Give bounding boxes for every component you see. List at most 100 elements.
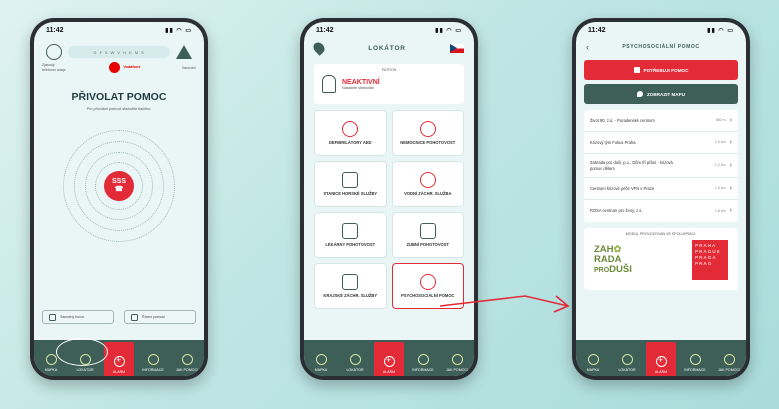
- card-psychosocialni[interactable]: PSYCHOSOCIÁLNÍ POMOC: [391, 263, 464, 309]
- tab-label: INFORMACE: [684, 368, 706, 372]
- card-horska-sluzba[interactable]: STANICE HORSKÉ SLUŽBY: [314, 161, 387, 207]
- psychosocial-screen: 11:42 ▮▮ ◠ ▭ ‹ PSYCHOSOCIÁLNÍ POMOC POTŘ…: [576, 22, 746, 376]
- list-item[interactable]: Centrum krizové péče VFN v Praze 1,5 km ›: [584, 178, 738, 200]
- czech-flag-icon[interactable]: [450, 43, 464, 53]
- chevron-right-icon: ›: [729, 184, 732, 192]
- patron-row: NEAKTIVNÍ Nastavte sledování: [322, 75, 456, 93]
- tab-bar: MAPKA LOKÁTOR ALARM INFORMACE JAK POMOCI: [304, 340, 474, 376]
- status-time: 11:42: [316, 26, 334, 34]
- tab-label: ALARM: [654, 370, 668, 374]
- tab-mapka[interactable]: MAPKA: [306, 354, 336, 372]
- phone-psychosocial-screen: 11:42 ▮▮ ◠ ▭ ‹ PSYCHOSOCIÁLNÍ POMOC POTŘ…: [572, 18, 750, 380]
- people-icon: [451, 354, 463, 365]
- item-distance: 1,5 km ›: [715, 184, 732, 193]
- help-control-button[interactable]: Řízení pomoci: [124, 310, 196, 324]
- tab-mapka[interactable]: MAPKA: [578, 354, 608, 372]
- status-icons: ▮▮ ◠ ▭: [707, 27, 734, 34]
- card-krajske-sluzby[interactable]: KRAJSKÉ ZÁCHR. SLUŽBY: [314, 263, 387, 309]
- warning-icon[interactable]: [176, 45, 192, 59]
- card-defibrilatory[interactable]: DEFIBRILÁTORY AED: [314, 110, 387, 156]
- status-bar: 11:42 ▮▮ ◠ ▭: [34, 22, 204, 38]
- sos-sub-row: Zjasnuji telefonní údaje Vodafone Varová…: [34, 60, 204, 75]
- tab-label: INFORMACE: [142, 368, 164, 372]
- need-help-label: POTŘEBUJI POMOC: [643, 67, 689, 73]
- arrow-head: [553, 295, 570, 313]
- tab-label: ALARM: [382, 370, 396, 374]
- patron-person-icon: [322, 75, 336, 93]
- locator-header: LOKÁTOR: [304, 38, 474, 58]
- show-map-button[interactable]: ZOBRAZIT MAPU: [584, 84, 738, 104]
- tab-label: MAPKA: [44, 368, 58, 372]
- list-item[interactable]: ROSA centrum pro ženy, z.s. 1,8 km ›: [584, 200, 738, 222]
- status-icons: ▮▮ ◠ ▭: [435, 27, 462, 34]
- info-icon: [147, 354, 159, 365]
- praha-logo: PRAHA PRAGUE PRAGA PRAG: [692, 239, 728, 280]
- phone-handset-icon: ☎: [114, 186, 124, 194]
- sos-area: SSS ☎: [34, 121, 204, 251]
- tab-alarm[interactable]: ALARM: [104, 342, 134, 376]
- tab-jak-pomoci[interactable]: JAK POMOCI: [442, 354, 472, 372]
- tab-label: MAPKA: [586, 368, 600, 372]
- tab-lokator[interactable]: LOKÁTOR: [340, 354, 370, 372]
- help-control-label: Řízení pomoci: [142, 315, 165, 319]
- page-title: PŘIVOLAT POMOC: [71, 91, 167, 103]
- gear-icon: [349, 354, 361, 365]
- sos-button[interactable]: SSS ☎: [104, 171, 134, 201]
- back-chevron-icon[interactable]: ‹: [586, 42, 589, 52]
- tab-bar: MAPKA LOKÁTOR ALARM INFORMACE JAK POMOCI: [576, 340, 746, 376]
- tab-lokator[interactable]: LOKÁTOR: [612, 354, 642, 372]
- operator-name: Vodafone: [123, 65, 141, 70]
- item-name: Krizový tým Fokus Praha: [590, 139, 636, 145]
- tab-alarm[interactable]: ALARM: [374, 342, 404, 376]
- phone-info-icon[interactable]: [46, 44, 62, 60]
- tab-alarm[interactable]: ALARM: [646, 342, 676, 376]
- ambulance-icon: [342, 273, 359, 290]
- item-name: ROSA centrum pro ženy, z.s.: [590, 208, 643, 214]
- card-zubni[interactable]: ZUBNÍ POHOTOVOST: [391, 212, 464, 258]
- status-time: 11:42: [588, 26, 606, 34]
- tab-informace[interactable]: INFORMACE: [680, 354, 710, 372]
- item-name: Centrum krizové péče VFN v Praze: [590, 185, 655, 191]
- list-item[interactable]: Zahrada pro duši, p.o., Dům tří přání - …: [584, 154, 738, 178]
- plus-icon: [383, 355, 395, 367]
- chevron-right-icon: ›: [729, 117, 732, 124]
- partners-label: MODUL PROVOZOVÁN VE SPOLUPRÁCI:: [625, 231, 697, 236]
- tab-label: LOKÁTOR: [618, 368, 636, 372]
- patron-card[interactable]: PATRON NEAKTIVNÍ Nastavte sledování: [314, 64, 464, 104]
- card-label: VODNÍ ZÁCHR. SLUŽBA: [404, 190, 452, 196]
- chevron-right-icon: ›: [729, 139, 732, 147]
- show-map-label: ZOBRAZIT MAPU: [646, 91, 686, 97]
- tooth-icon: [419, 222, 436, 239]
- operator-logo: Vodafone: [109, 62, 140, 73]
- tab-informace[interactable]: INFORMACE: [138, 354, 168, 372]
- map-icon: [587, 354, 599, 365]
- card-label: NEMOCNICE POHOTOVOST: [400, 139, 456, 145]
- list-item[interactable]: Krizový tým Fokus Praha 1,0 km ›: [584, 132, 738, 155]
- silent-call-button[interactable]: Samotný hovor: [42, 310, 114, 324]
- card-nemocnice[interactable]: NEMOCNICE POHOTOVOST: [391, 110, 464, 156]
- distance-value: 1,8 km: [714, 208, 726, 213]
- tab-label: LOKÁTOR: [346, 368, 364, 372]
- partner-logos: ZAH✿ RADA PRODUŠI PRAHA PRAGUE PRAGA PRAG: [588, 239, 734, 280]
- tab-label: ALARM: [112, 370, 126, 374]
- sos-screen: 11:42 ▮▮ ◠ ▭ G F 5 W V H E M 5 Zjasnuji …: [34, 22, 204, 376]
- list-item[interactable]: Život 90, z.ú. - Poradenské centrum 880 m…: [584, 110, 738, 133]
- tab-label: INFORMACE: [412, 368, 434, 372]
- status-bar: 11:42 ▮▮ ◠ ▭: [576, 22, 746, 38]
- tab-jak-pomoci[interactable]: JAK POMOCI: [172, 354, 202, 372]
- patron-status: NEAKTIVNÍ: [342, 78, 380, 86]
- tab-jak-pomoci[interactable]: JAK POMOCI: [714, 354, 744, 372]
- locator-grid: DEFIBRILÁTORY AED NEMOCNICE POHOTOVOST S…: [304, 110, 474, 309]
- sos-actions: Samotný hovor Řízení pomoci: [42, 310, 196, 324]
- card-lekarny[interactable]: LÉKÁRNY POHOTOVOST: [314, 212, 387, 258]
- location-pin-icon: [636, 91, 643, 97]
- mountain-icon: [342, 171, 359, 188]
- map-icon: [315, 354, 327, 365]
- people-icon: [181, 354, 193, 365]
- tab-informace[interactable]: INFORMACE: [408, 354, 438, 372]
- card-vodni-sluzba[interactable]: VODNÍ ZÁCHR. SLUŽBA: [391, 161, 464, 207]
- need-help-button[interactable]: POTŘEBUJI POMOC: [584, 60, 738, 80]
- sos-label: SSS: [111, 178, 126, 185]
- card-label: KRAJSKÉ ZÁCHR. SLUŽBY: [323, 292, 378, 298]
- phone-sos-screen: 11:42 ▮▮ ◠ ▭ G F 5 W V H E M 5 Zjasnuji …: [30, 18, 208, 380]
